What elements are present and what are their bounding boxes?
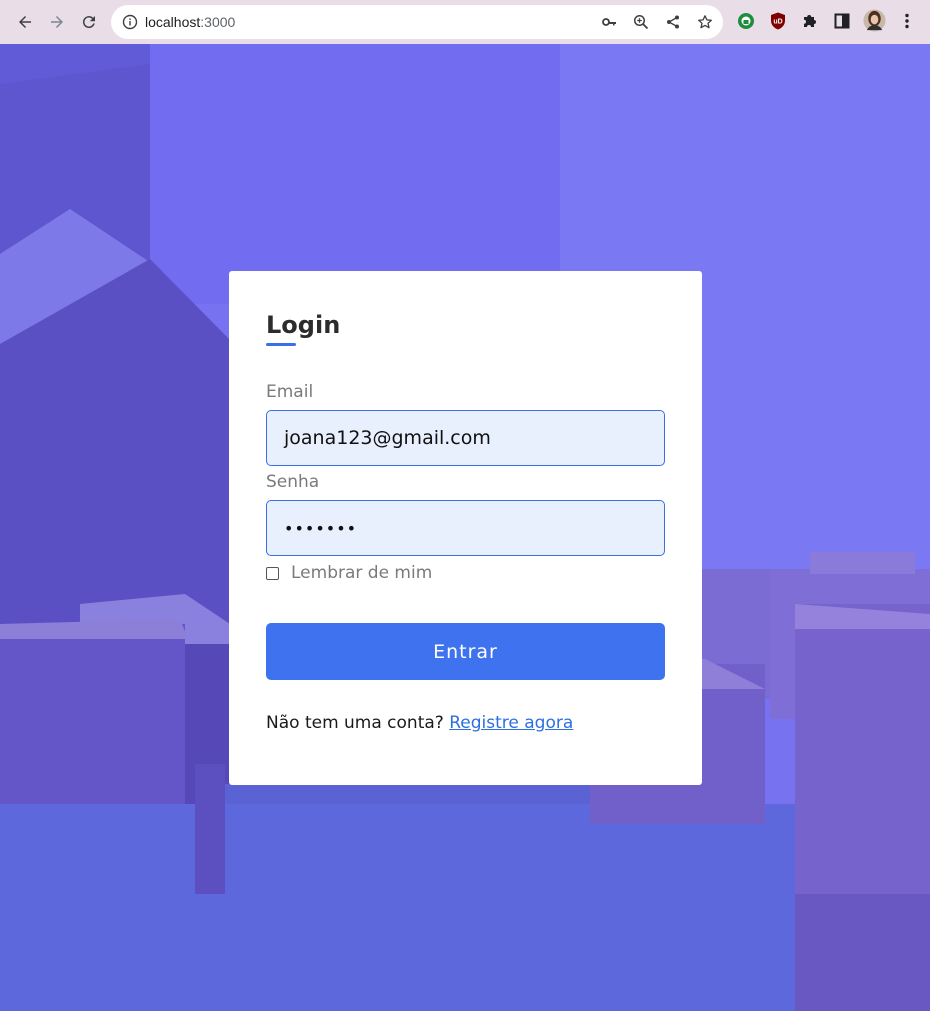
title-underline [266,343,296,346]
zoom-icon[interactable] [633,14,649,30]
avatar[interactable] [863,9,886,32]
key-icon[interactable] [601,14,617,30]
remember-me-checkbox[interactable] [266,566,279,580]
password-value: ••••••• [284,518,358,538]
remember-me-label[interactable]: Lembrar de mim [291,563,432,583]
share-icon[interactable] [665,14,681,30]
info-icon[interactable] [122,14,138,30]
page-viewport: Login Email joana123@gmail.com Senha •••… [0,44,930,1011]
email-label: Email [266,382,314,402]
puzzle-icon[interactable] [800,11,820,31]
login-card: Login Email joana123@gmail.com Senha •••… [229,271,702,785]
url-text[interactable]: localhost:3000 [145,14,235,30]
green-extension-icon[interactable] [736,11,756,31]
url-port: :3000 [200,14,236,30]
password-label: Senha [266,472,320,492]
submit-button[interactable]: Entrar [266,623,665,680]
email-field[interactable]: joana123@gmail.com [266,410,665,466]
back-arrow-icon[interactable] [11,8,39,36]
side-panel-icon[interactable] [832,11,852,31]
url-host: localhost [145,14,201,30]
browser-toolbar: localhost:3000 uD [0,0,930,44]
remember-me-row[interactable]: Lembrar de mim [266,563,432,583]
signup-link[interactable]: Registre agora [449,713,573,733]
star-icon[interactable] [697,14,713,30]
signup-prompt-row: Não tem uma conta? Registre agora [266,713,573,733]
password-field[interactable]: ••••••• [266,500,665,556]
login-title: Login [266,311,341,339]
email-value: joana123@gmail.com [284,427,491,449]
forward-arrow-icon[interactable] [43,8,71,36]
reload-icon[interactable] [75,8,103,36]
address-bar[interactable]: localhost:3000 [111,5,723,39]
ublock-icon[interactable]: uD [768,11,788,31]
kebab-menu-icon[interactable] [897,11,917,31]
signup-prompt: Não tem uma conta? [266,713,444,733]
svg-text:uD: uD [773,19,782,26]
